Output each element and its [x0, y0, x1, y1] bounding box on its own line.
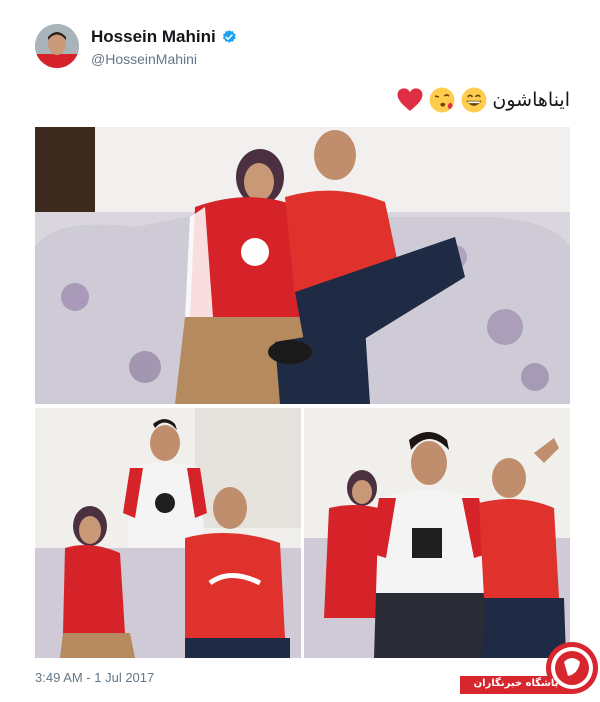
family-group-photo-right[interactable] — [304, 408, 570, 658]
tweet-text-content: ایناهاشون — [492, 89, 570, 111]
watermark: باشگاه خبرنگاران — [460, 640, 600, 697]
tweet-timestamp[interactable]: 3:49 AM - 1 Jul 2017 — [35, 670, 154, 685]
avatar[interactable] — [35, 24, 79, 68]
face-blowing-kiss-emoji — [429, 87, 455, 113]
display-name-text[interactable]: Hossein Mahini — [91, 27, 216, 47]
user-handle[interactable]: @HosseinMahini — [91, 51, 197, 67]
tweet-text: ایناهاشون — [396, 84, 570, 116]
tweet-card: Hossein Mahini @HosseinMahini ایناهاشون — [0, 0, 600, 697]
watermark-text: باشگاه خبرنگاران — [473, 678, 559, 689]
couple-on-sofa-photo[interactable] — [35, 127, 570, 404]
verified-badge-icon — [222, 30, 236, 43]
display-name[interactable]: Hossein Mahini — [91, 27, 237, 47]
red-heart-emoji — [397, 88, 423, 111]
family-group-photo-left[interactable] — [35, 408, 301, 658]
grinning-face-emoji — [461, 87, 487, 113]
